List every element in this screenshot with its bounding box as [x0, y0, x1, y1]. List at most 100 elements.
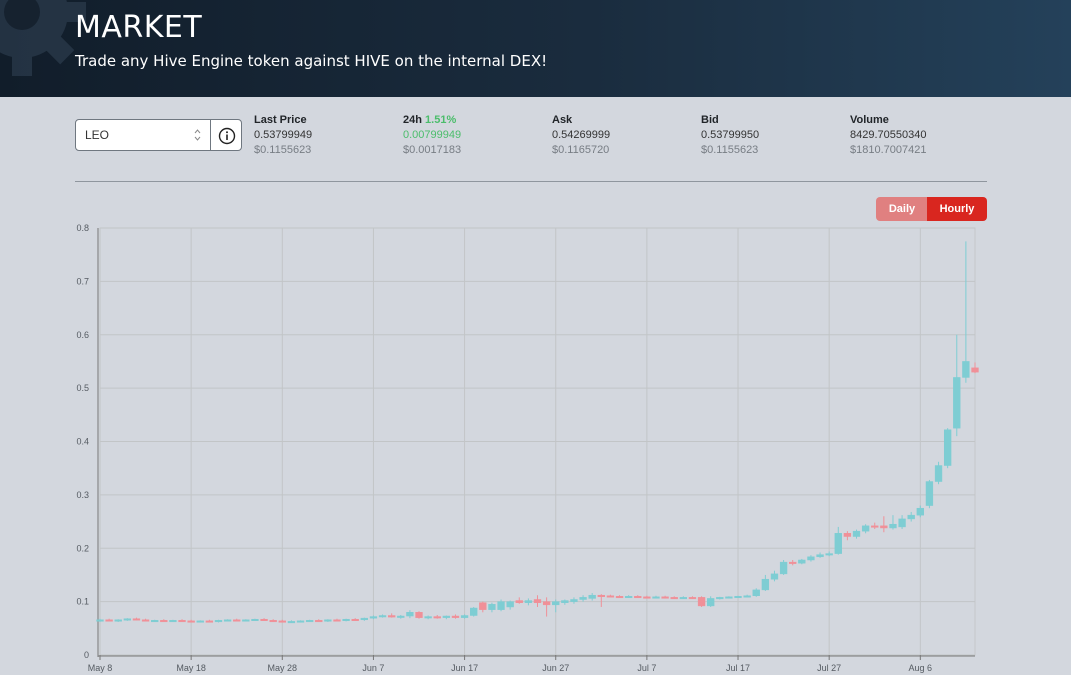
y-tick-label: 0: [84, 650, 89, 660]
candle-body: [615, 596, 624, 599]
y-tick-label: 0.8: [76, 223, 89, 233]
candle-body: [688, 597, 697, 600]
x-tick-label: Jun 7: [362, 663, 384, 673]
stat-label: Bid: [701, 114, 719, 126]
candle-body: [387, 615, 396, 618]
stat-label: Last Price: [254, 114, 307, 126]
candle-body: [524, 600, 533, 603]
x-tick-label: Jul 27: [817, 663, 841, 673]
stat-usd-value: $0.0017183: [403, 144, 462, 156]
x-tick-label: Jun 17: [451, 663, 478, 673]
change-percent: 1.51%: [425, 114, 457, 126]
y-tick-label: 0.3: [76, 490, 89, 500]
page-subtitle: Trade any Hive Engine token against HIVE…: [75, 52, 548, 70]
candle-body: [552, 601, 560, 606]
candle-body: [141, 619, 150, 622]
stat-last-price: Last Price 0.53799949 $0.1155623: [254, 113, 312, 158]
candle-body: [634, 596, 642, 599]
candle-body: [597, 594, 605, 597]
stat-volume: Volume 8429.70550340 $1810.7007421: [850, 113, 926, 158]
candle-body: [479, 602, 487, 610]
y-tick-label: 0.5: [76, 383, 89, 393]
candle-body: [606, 595, 615, 598]
hourly-button[interactable]: Hourly: [927, 197, 987, 221]
candle-body: [223, 619, 232, 622]
candle-body: [406, 612, 414, 617]
candle-body: [880, 525, 888, 529]
candle-body: [296, 620, 305, 623]
candle-body: [807, 556, 815, 561]
candle-body: [114, 619, 122, 622]
x-tick-label: Jul 7: [637, 663, 656, 673]
candle-body: [542, 601, 551, 606]
stat-usd-value: $0.1155623: [254, 144, 312, 156]
candle-body: [378, 615, 387, 618]
candle-body: [834, 533, 842, 554]
candle-body: [260, 618, 268, 621]
x-tick-label: May 8: [88, 663, 113, 673]
candle-body: [242, 619, 250, 622]
candle-body: [789, 561, 797, 564]
candle-body: [670, 597, 678, 600]
candle-body: [752, 589, 760, 597]
y-tick-label: 0.4: [76, 437, 89, 447]
candle-body: [925, 481, 934, 506]
candle-body: [734, 596, 742, 599]
candle-body: [916, 507, 924, 516]
candle-body: [351, 618, 359, 621]
candle-body: [315, 620, 323, 623]
stat-value: 0.53799949: [254, 129, 313, 141]
candle-body: [187, 620, 195, 623]
stat-label: 24h: [403, 114, 422, 126]
stat-value: 8429.70550340: [850, 129, 927, 141]
candle-body: [132, 618, 141, 621]
candle-body: [962, 361, 970, 378]
daily-button[interactable]: Daily: [876, 197, 928, 221]
candle-body: [679, 597, 688, 600]
candle-body: [816, 554, 824, 558]
token-select[interactable]: LEO: [75, 119, 211, 151]
candle-body: [943, 429, 952, 466]
candlestick-chart[interactable]: 0 0.1 0.2 0.3 0.4 0.5 0.6 0.7 0.8 May 8 May 18 May …: [0, 222, 1071, 675]
page-title: MARKET: [75, 10, 203, 45]
stat-usd-value: $0.1165720: [552, 144, 610, 156]
candle-body: [506, 601, 514, 608]
stat-usd-value: $1810.7007421: [850, 144, 927, 156]
candle-body: [579, 597, 587, 600]
chevron-up-down-icon: [194, 129, 201, 141]
candle-body: [570, 599, 578, 602]
candle-body: [123, 618, 132, 621]
candle-body: [533, 599, 542, 603]
candle-body: [233, 619, 241, 622]
candle-body: [761, 578, 770, 591]
stat-24h-change: 24h 1.51% 0.00799949 $0.0017183: [403, 113, 461, 158]
candle-body: [707, 598, 715, 607]
candle-body: [624, 596, 633, 599]
candle-body: [643, 596, 651, 599]
candle-body: [460, 615, 469, 618]
candle-body: [333, 619, 341, 622]
stat-label: Volume: [850, 114, 889, 126]
candle-body: [661, 596, 669, 599]
y-tick-label: 0.1: [76, 597, 89, 607]
candle-body: [251, 618, 259, 621]
candle-body: [278, 620, 286, 623]
stat-label: Ask: [552, 114, 573, 126]
candle-body: [907, 514, 915, 520]
candle-body: [716, 597, 724, 600]
candle-body: [825, 553, 833, 556]
token-info-button[interactable]: [210, 119, 242, 151]
candle-body: [743, 595, 751, 598]
candle-body: [852, 530, 861, 537]
candle-body: [798, 559, 806, 564]
candle-body: [360, 617, 368, 621]
candle-body: [953, 377, 961, 429]
stat-value: 0.54269999: [552, 129, 611, 141]
candle-body: [342, 618, 350, 621]
candle-body: [779, 561, 788, 575]
candle-body: [442, 615, 451, 618]
candle-body: [652, 596, 660, 599]
y-tick-label: 0.7: [76, 276, 89, 286]
candle-body: [515, 600, 523, 603]
stat-bid: Bid 0.53799950 $0.1155623: [701, 113, 759, 158]
